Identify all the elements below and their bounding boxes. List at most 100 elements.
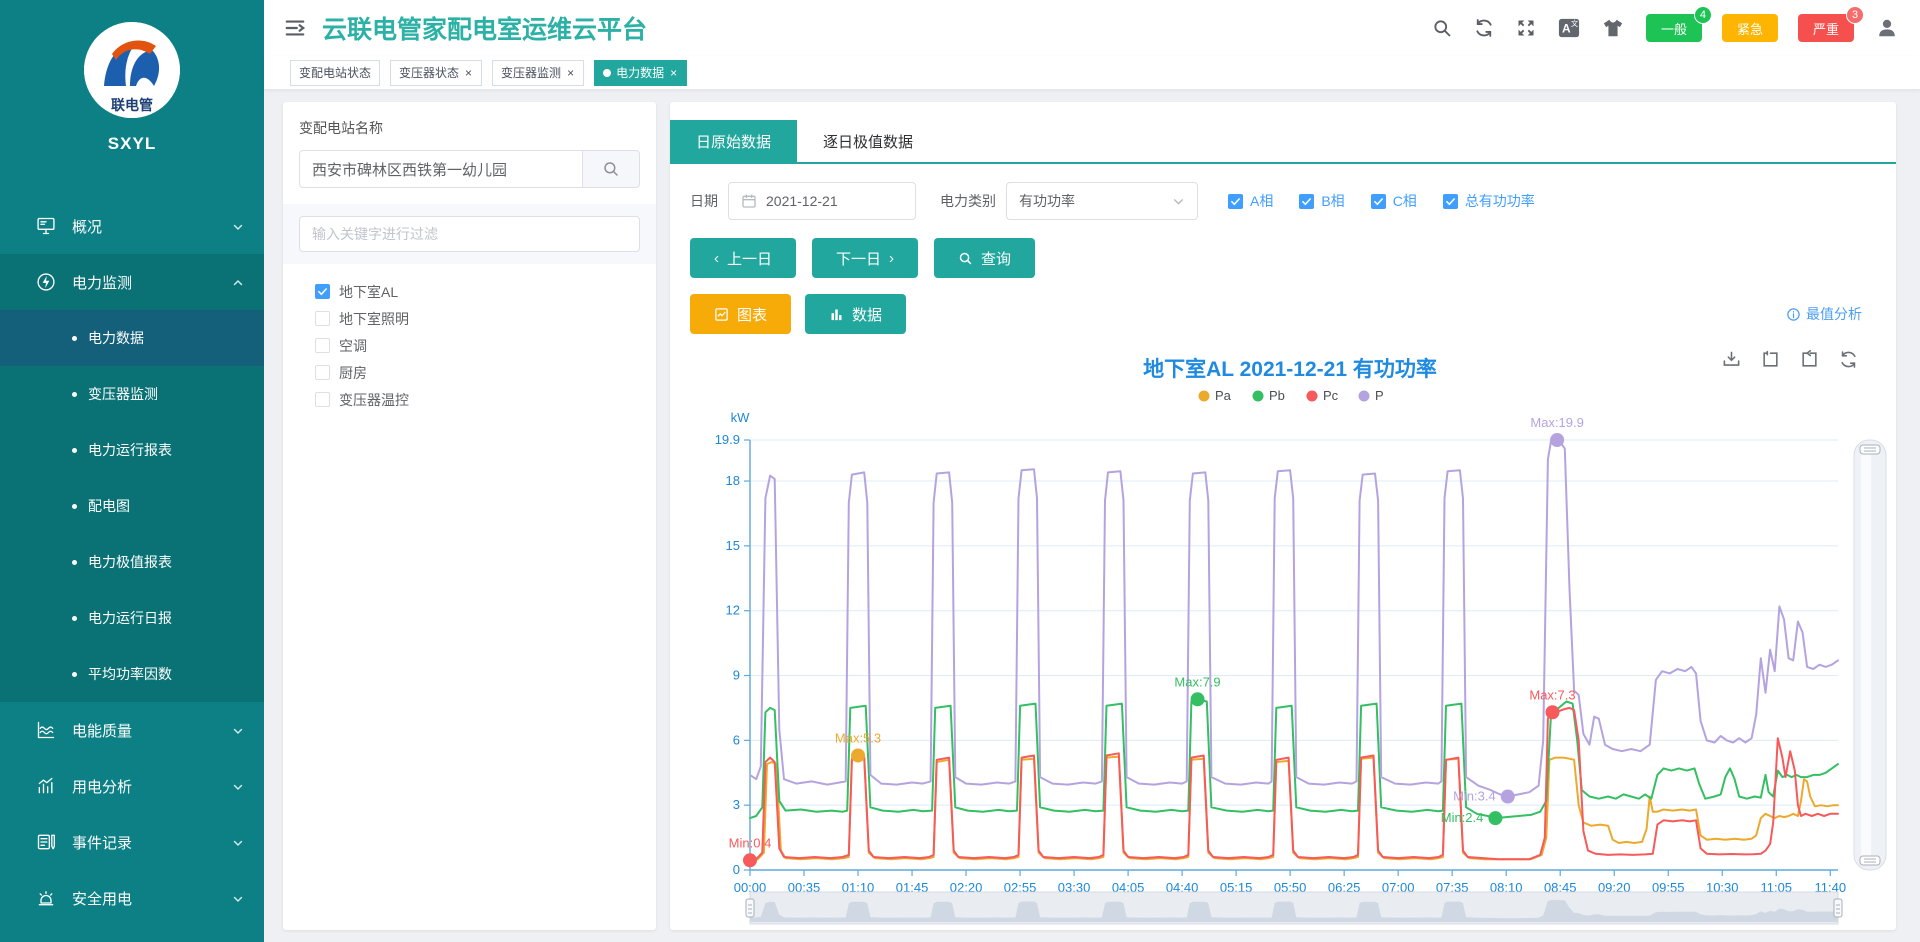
legend-marker[interactable] (1199, 391, 1210, 402)
svg-text:A: A (1562, 22, 1571, 36)
tags-view-item-1[interactable]: 变压器状态× (390, 60, 482, 86)
phase-checkbox-2[interactable]: C相 (1371, 191, 1417, 211)
menu-section-3: 用电分析 (0, 758, 264, 814)
translate-icon[interactable]: A 文 (1558, 17, 1580, 39)
chart-refresh-icon[interactable] (1839, 350, 1858, 369)
tags-view-item-2[interactable]: 变压器监测 × (492, 60, 584, 86)
tags-view: 变配电站状态变压器状态×变压器监测×电力数据× (264, 56, 1920, 90)
sidebar-subitem-1-0[interactable]: 电力数据 (0, 310, 264, 366)
sidebar-item-3[interactable]: 用电分析 (0, 758, 264, 814)
sidebar-item-label: 电能质量 (72, 720, 232, 741)
alarm-button-1[interactable]: 紧急 (1722, 14, 1778, 42)
sidebar-item-5[interactable]: 安全用电 (0, 870, 264, 926)
date-picker[interactable]: 2021-12-21 (728, 182, 916, 220)
legend-marker[interactable] (1307, 391, 1318, 402)
bullet-icon (72, 672, 77, 677)
sidebar: 联电管 SXYL 概况电力监测电力数据变压器监测电力运行报表配电图电力极值报表电… (0, 0, 264, 942)
alarm-button-0[interactable]: 一般4 (1646, 14, 1702, 42)
checkbox-icon[interactable] (315, 311, 330, 326)
prev-day-button[interactable]: ‹ 上一日 (690, 238, 796, 278)
y-tick-label: 9 (733, 668, 740, 683)
sidebar-item-0[interactable]: 概况 (0, 198, 264, 254)
close-icon[interactable]: × (566, 67, 575, 79)
save-image-icon[interactable] (1722, 350, 1741, 369)
logo: 联电管 SXYL (0, 22, 264, 198)
marker-label: Max:19.9 (1530, 415, 1583, 430)
legend-marker[interactable] (1359, 391, 1370, 402)
sidebar-subitem-1-3[interactable]: 配电图 (0, 478, 264, 534)
sidebar-item-label: 事件记录 (72, 832, 232, 853)
next-day-button[interactable]: 下一日 › (812, 238, 918, 278)
menu-section-0: 概况 (0, 198, 264, 254)
y-tick-label: 18 (726, 473, 740, 488)
org-name: SXYL (0, 134, 264, 154)
category-select[interactable]: 有功功率 (1006, 182, 1198, 220)
sidebar-item-2[interactable]: 电能质量 (0, 702, 264, 758)
tags-view-item-3[interactable]: 电力数据× (594, 60, 687, 86)
checkbox-icon[interactable] (315, 365, 330, 380)
sidebar-subitem-1-2[interactable]: 电力运行报表 (0, 422, 264, 478)
sidebar-item-4[interactable]: 事件记录 (0, 814, 264, 870)
tab-1[interactable]: 逐日极值数据 (797, 120, 939, 162)
datazoom-y-sheen (1861, 446, 1871, 864)
sidebar-subitem-1-5[interactable]: 电力运行日报 (0, 590, 264, 646)
datazoom-x-handle-right[interactable] (1834, 899, 1842, 917)
sidebar-subitem-1-6[interactable]: 平均功率因数 (0, 646, 264, 702)
station-name-input[interactable] (299, 150, 582, 188)
phase-checkbox-0[interactable]: A相 (1228, 191, 1273, 211)
search-icon[interactable] (1432, 18, 1452, 38)
sidebar-subitem-label: 电力极值报表 (88, 552, 172, 572)
close-icon[interactable]: × (669, 67, 678, 79)
legend-marker[interactable] (1253, 391, 1264, 402)
station-search-button[interactable] (582, 150, 640, 188)
tags-view-item-0[interactable]: 变配电站状态 (290, 60, 380, 86)
events-icon (36, 832, 56, 852)
checkbox-icon[interactable] (315, 338, 330, 353)
chart-view-button[interactable]: 图表 (690, 294, 791, 334)
menu-section-5: 安全用电 (0, 870, 264, 926)
marker-label: Max:7.9 (1174, 674, 1220, 689)
phase-label: C相 (1393, 191, 1417, 211)
chart-title: 地下室AL 2021-12-21 有功功率 (1143, 357, 1437, 381)
theme-tshirt-icon[interactable] (1602, 17, 1624, 39)
category-label: 电力类别 (940, 191, 996, 211)
zoom-select-icon[interactable] (1761, 350, 1780, 369)
sidebar-item-6[interactable]: 运行环境 (0, 926, 264, 942)
datazoom-y-handle-top[interactable] (1860, 445, 1880, 454)
data-view-button[interactable]: 数据 (805, 294, 906, 334)
fullscreen-icon[interactable] (1516, 18, 1536, 38)
close-icon[interactable]: × (464, 67, 473, 79)
search-icon (958, 251, 973, 266)
tree-item-0[interactable]: 地下室AL (299, 278, 640, 305)
max-analysis-link[interactable]: 最值分析 (1786, 304, 1862, 324)
checkbox-icon[interactable] (315, 392, 330, 407)
query-button[interactable]: 查询 (934, 238, 1035, 278)
refresh-icon[interactable] (1474, 18, 1494, 38)
marker-dot-max (1545, 705, 1559, 719)
chevron-down-icon (232, 220, 244, 232)
sidebar-subitem-1-1[interactable]: 变压器监测 (0, 366, 264, 422)
sidebar-subitem-1-4[interactable]: 电力极值报表 (0, 534, 264, 590)
tag-label: 变压器监测 (501, 64, 561, 81)
phase-checkbox-3[interactable]: 总有功功率 (1443, 191, 1535, 211)
alarm-count-badge: 3 (1846, 6, 1864, 24)
topbar: 云联电管家配电室运维云平台 (264, 0, 1920, 56)
tree-item-3[interactable]: 厨房 (299, 359, 640, 386)
tree-item-2[interactable]: 空调 (299, 332, 640, 359)
tree-filter-input[interactable] (299, 216, 640, 252)
menu-section-2: 电能质量 (0, 702, 264, 758)
datazoom-y-handle-bottom[interactable] (1860, 856, 1880, 865)
checkbox-icon[interactable] (315, 284, 330, 299)
chevron-down-icon (232, 780, 244, 792)
hamburger-icon[interactable] (284, 17, 306, 39)
tab-0[interactable]: 日原始数据 (670, 120, 797, 162)
phase-checkbox-1[interactable]: B相 (1299, 191, 1344, 211)
user-icon[interactable] (1876, 17, 1898, 39)
datazoom-x-handle-left[interactable] (746, 899, 754, 917)
alarm-button-2[interactable]: 严重3 (1798, 14, 1854, 42)
sidebar-item-1[interactable]: 电力监测 (0, 254, 264, 310)
tree-item-4[interactable]: 变压器温控 (299, 386, 640, 413)
zoom-restore-icon[interactable] (1800, 350, 1819, 369)
y-axis-unit: kW (731, 410, 751, 425)
tree-item-1[interactable]: 地下室照明 (299, 305, 640, 332)
